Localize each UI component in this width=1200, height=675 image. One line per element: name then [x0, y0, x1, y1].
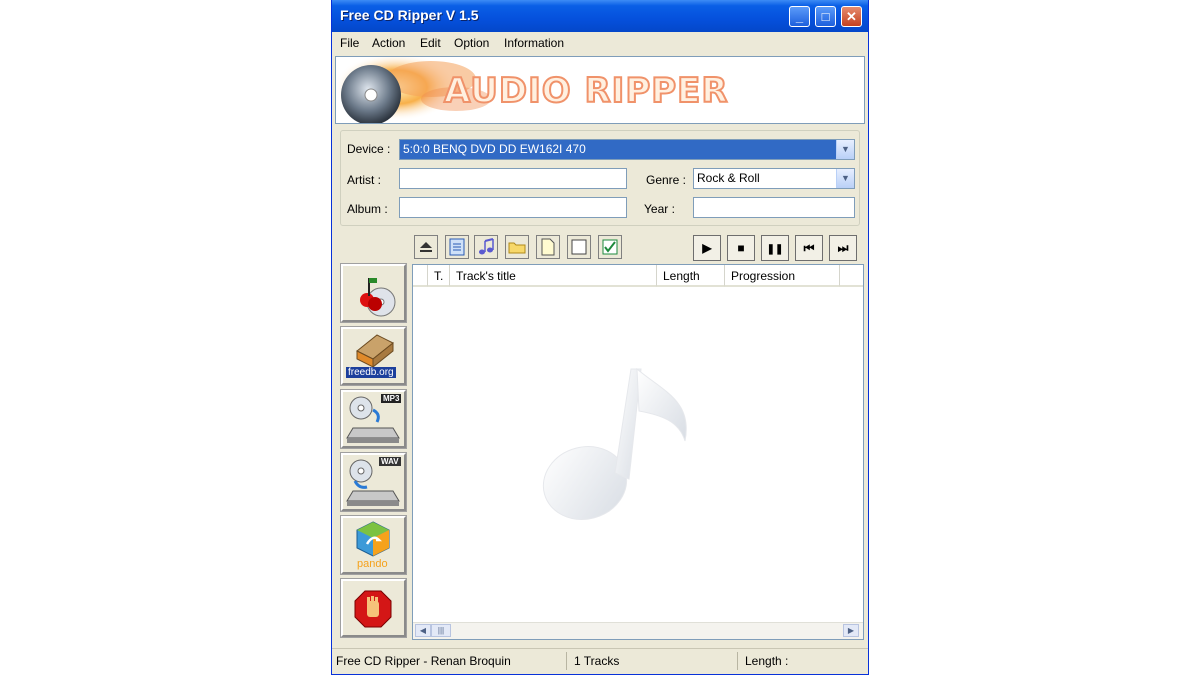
eject-button[interactable]	[414, 235, 438, 259]
chevron-down-icon[interactable]: ▼	[836, 169, 854, 188]
rip-cd-button[interactable]	[340, 263, 407, 323]
menu-edit[interactable]: Edit	[420, 36, 441, 50]
music-button[interactable]	[474, 235, 498, 259]
menu-option[interactable]: Option	[454, 36, 489, 50]
track-list[interactable]: T. Track's title Length Progression ◀ ||…	[412, 264, 864, 640]
status-bar: Free CD Ripper - Renan Broquin 1 Tracks …	[332, 648, 868, 673]
device-value: 5:0:0 BENQ DVD DD EW162I 470	[403, 142, 586, 156]
pando-label: pando	[357, 558, 388, 570]
column-header-filler	[840, 265, 863, 287]
artist-field[interactable]	[399, 168, 627, 189]
convert-to-mp3-button[interactable]: MP3	[340, 389, 407, 449]
maximize-button[interactable]: □	[815, 6, 836, 27]
minimize-button[interactable]: _	[789, 6, 810, 27]
play-button[interactable]: ▶	[693, 235, 721, 261]
year-label: Year :	[644, 202, 675, 216]
column-header-track-number[interactable]: T.	[428, 265, 450, 287]
chevron-down-icon[interactable]: ▼	[836, 140, 854, 159]
genre-value: Rock & Roll	[697, 171, 760, 185]
stop-hand-icon	[354, 590, 392, 628]
play-icon: ▶	[702, 241, 712, 255]
title-bar[interactable]: Free CD Ripper V 1.5 _ □ ✕	[332, 0, 868, 32]
new-button[interactable]	[536, 235, 560, 259]
edit-tags-button[interactable]	[445, 235, 469, 259]
freedb-button[interactable]: freedb.org	[340, 326, 407, 386]
music-note-icon	[479, 238, 494, 255]
status-author: Free CD Ripper - Renan Broquin	[336, 654, 511, 668]
close-button[interactable]: ✕	[841, 6, 862, 27]
scroll-thumb[interactable]: |||	[431, 624, 451, 637]
device-label: Device :	[347, 142, 391, 156]
window-title: Free CD Ripper V 1.5	[340, 7, 479, 23]
next-track-icon: ⏭	[837, 241, 849, 255]
select-none-button[interactable]	[567, 235, 591, 259]
freedb-books-icon	[356, 334, 394, 369]
status-track-count: 1 Tracks	[574, 654, 620, 668]
menu-information[interactable]: Information	[504, 36, 564, 50]
wav-badge: WAV	[379, 457, 401, 466]
pando-logo-icon	[356, 521, 390, 557]
album-label: Album :	[347, 202, 388, 216]
select-all-icon	[602, 239, 618, 255]
audio-ripper-banner: AUDIO RIPPER	[335, 56, 865, 124]
previous-track-icon: ⏮	[803, 241, 815, 255]
menu-file[interactable]: File	[340, 36, 359, 50]
scroll-left-icon[interactable]: ◀	[415, 624, 431, 637]
convert-to-wav-button[interactable]: WAV	[340, 452, 407, 512]
artist-label: Artist :	[347, 173, 382, 187]
freedb-label: freedb.org	[346, 367, 396, 378]
select-none-icon	[571, 239, 587, 255]
mp3-badge: MP3	[381, 394, 402, 403]
new-document-icon	[541, 238, 555, 256]
year-field[interactable]	[693, 197, 855, 218]
stop-icon: ■	[737, 241, 745, 255]
column-header-checkbox[interactable]	[413, 265, 428, 287]
column-header-length[interactable]: Length	[657, 265, 725, 287]
album-field[interactable]	[399, 197, 627, 218]
column-header-title[interactable]: Track's title	[450, 265, 657, 287]
cd-rip-icon	[360, 278, 396, 317]
pause-icon: ❚❚	[766, 244, 784, 255]
genre-label: Genre :	[646, 173, 687, 187]
previous-track-button[interactable]: ⏮	[795, 235, 823, 261]
music-note-watermark-icon	[542, 367, 687, 520]
status-divider	[566, 652, 567, 670]
pause-button[interactable]: ❚❚	[761, 235, 789, 261]
status-length: Length :	[745, 654, 789, 668]
status-divider	[737, 652, 738, 670]
genre-dropdown[interactable]: Rock & Roll ▼	[693, 168, 855, 189]
banner-title: AUDIO RIPPER	[443, 70, 729, 112]
device-dropdown[interactable]: 5:0:0 BENQ DVD DD EW162I 470 ▼	[399, 139, 855, 160]
menu-action[interactable]: Action	[372, 36, 405, 50]
horizontal-scrollbar[interactable]: ◀ ||| ▶	[413, 622, 863, 639]
select-all-button[interactable]	[598, 235, 622, 259]
next-track-button[interactable]: ⏭	[829, 235, 857, 261]
eject-icon	[420, 242, 432, 252]
stop-ripping-button[interactable]	[340, 578, 407, 638]
menu-bar: File Action Edit Option Information	[332, 33, 868, 53]
column-header-progression[interactable]: Progression	[725, 265, 840, 287]
open-folder-button[interactable]	[505, 235, 529, 259]
pando-button[interactable]: pando	[340, 515, 407, 575]
notepad-icon	[449, 238, 465, 256]
folder-icon	[508, 242, 526, 254]
scroll-right-icon[interactable]: ▶	[843, 624, 859, 637]
app-window: Free CD Ripper V 1.5 _ □ ✕ File Action E…	[331, 0, 869, 675]
stop-button[interactable]: ■	[727, 235, 755, 261]
